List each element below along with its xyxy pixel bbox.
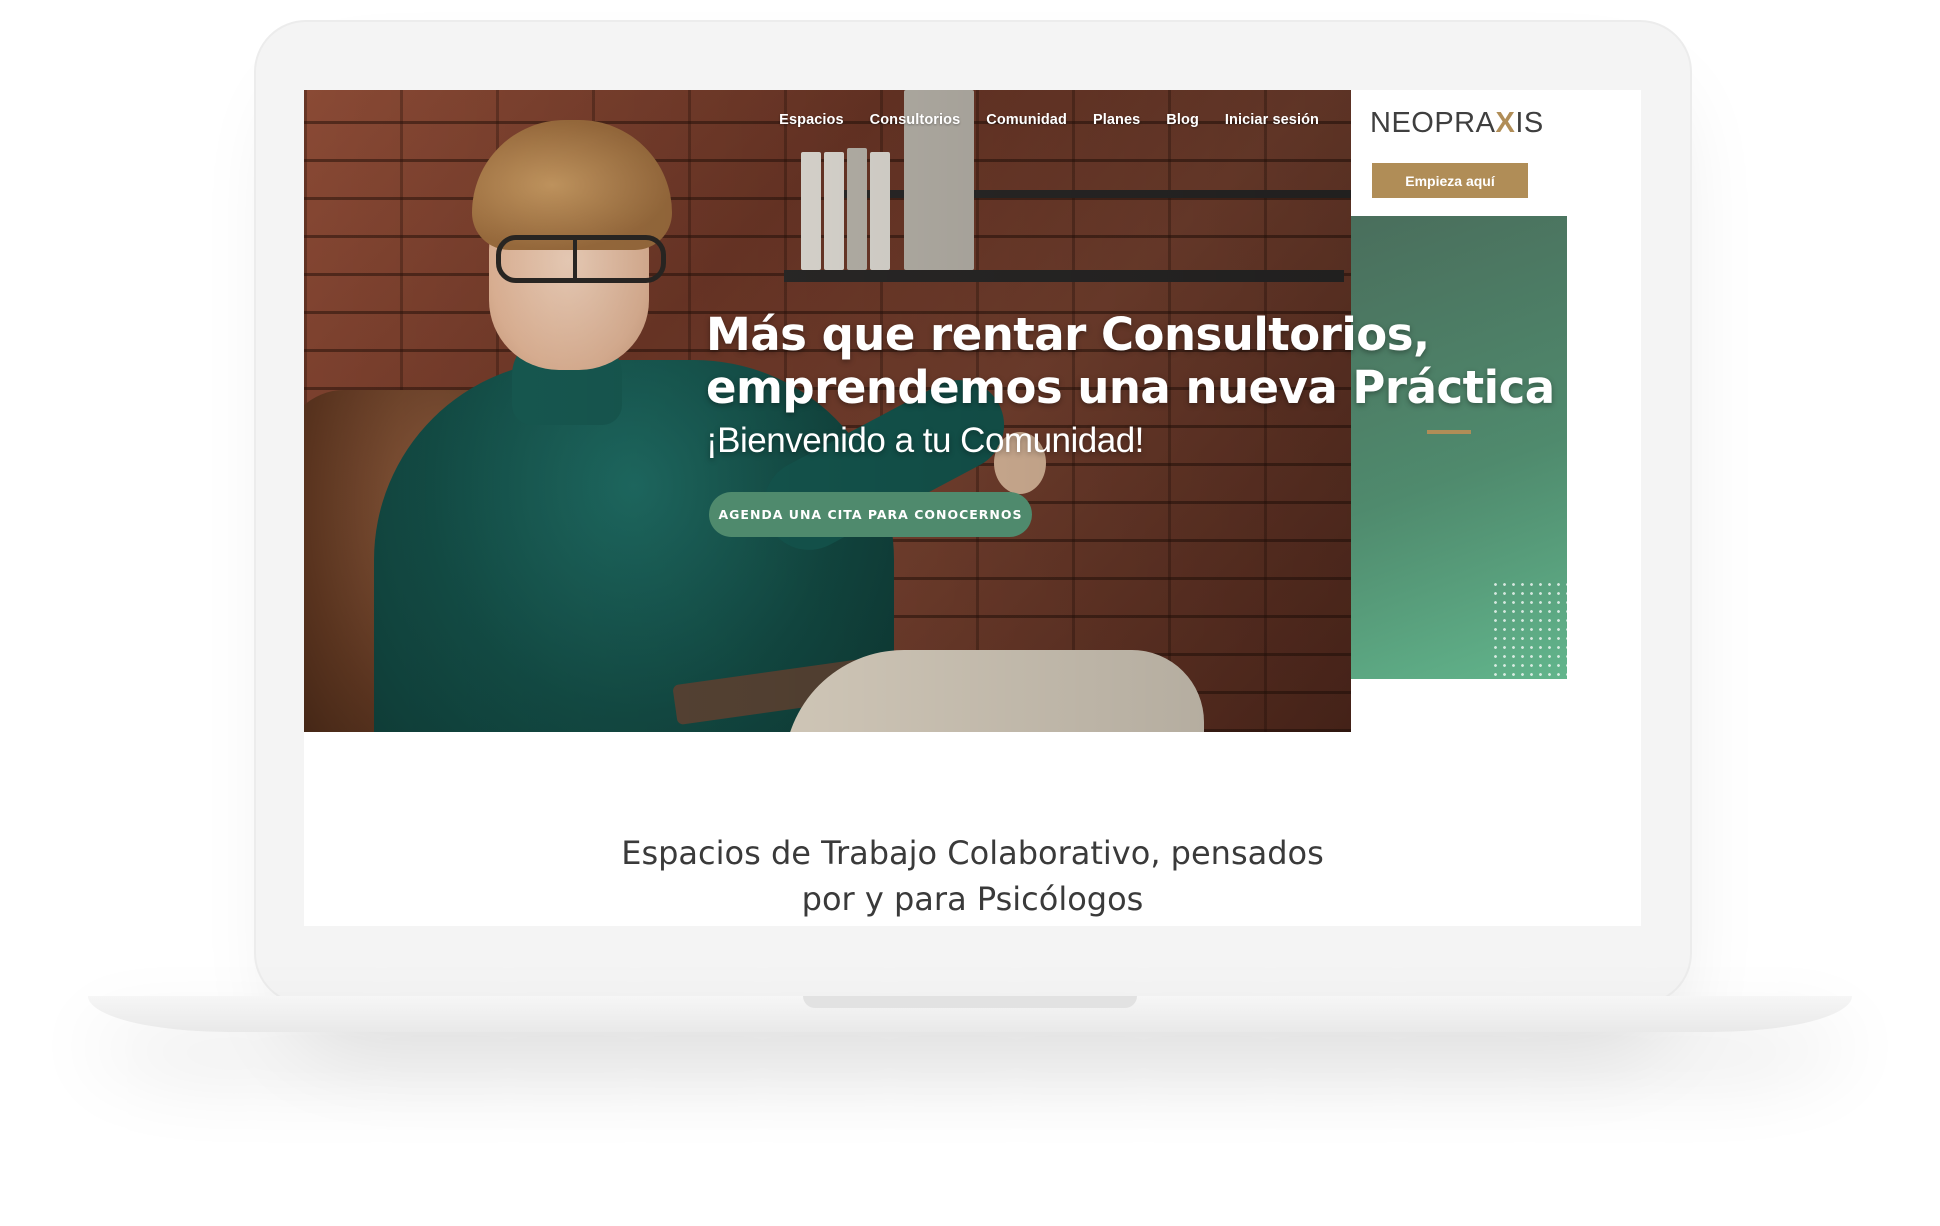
nav-item-iniciar-sesion[interactable]: Iniciar sesión	[1225, 112, 1319, 128]
logo-text-neo: NEO	[1370, 107, 1435, 139]
dot-pattern	[1491, 580, 1595, 680]
nav-item-blog[interactable]: Blog	[1166, 112, 1199, 128]
hero-headline-line2: emprendemos una nueva Práctica	[706, 361, 1555, 414]
schedule-appointment-button[interactable]: AGENDA UNA CITA PARA CONOCERNOS	[709, 492, 1032, 537]
logo-text-is: IS	[1515, 107, 1544, 139]
section-title-line1: Espacios de Trabajo Colaborativo, pensad…	[621, 834, 1324, 872]
laptop-screen: Espacios Consultorios Comunidad Planes B…	[304, 90, 1641, 926]
hero-subheadline: ¡Bienvenido a tu Comunidad!	[706, 421, 1144, 460]
nav-item-consultorios[interactable]: Consultorios	[870, 112, 961, 128]
nav-item-planes[interactable]: Planes	[1093, 112, 1140, 128]
hero-headline-line1: Más que rentar Consultorios,	[706, 308, 1430, 361]
laptop-base-notch	[803, 996, 1137, 1008]
section-title-line2: por y para Psicólogos	[801, 880, 1144, 918]
logo-text-pra: PRA	[1434, 107, 1496, 139]
brand-logo[interactable]: NEOPRAXIS	[1370, 107, 1544, 140]
logo-x-mark: X	[1495, 107, 1516, 139]
main-nav: Espacios Consultorios Comunidad Planes B…	[779, 112, 1319, 128]
nav-item-espacios[interactable]: Espacios	[779, 112, 843, 128]
nav-item-comunidad[interactable]: Comunidad	[986, 112, 1067, 128]
accent-divider	[1427, 430, 1471, 434]
hero-headline: Más que rentar Consultorios, emprendemos…	[706, 308, 1555, 414]
section-title: Espacios de Trabajo Colaborativo, pensad…	[304, 830, 1641, 922]
start-here-button[interactable]: Empieza aquí	[1372, 163, 1528, 198]
